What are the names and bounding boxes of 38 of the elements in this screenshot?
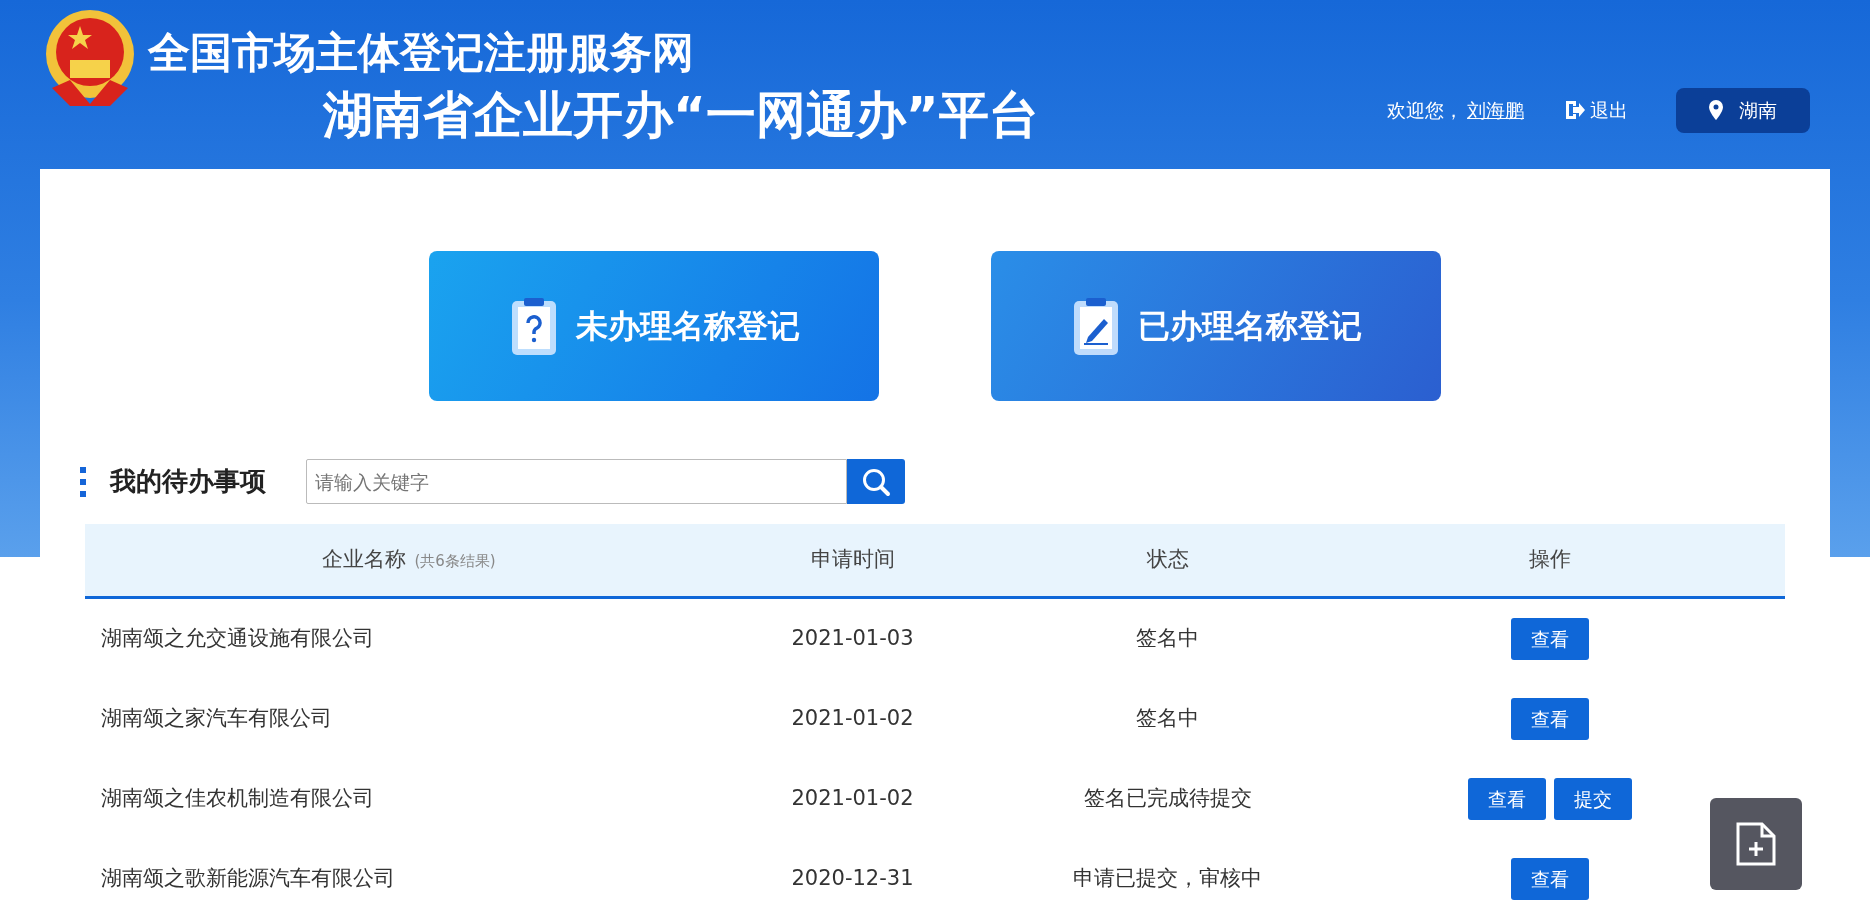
application-date: 2021-01-03 [791,626,914,651]
logout-icon [1564,99,1586,121]
section-title: 我的待办事项 [110,465,266,498]
application-date: 2021-01-02 [791,786,914,811]
status-text: 签名已完成待提交 [1083,786,1252,811]
status-text: 签名中 [1136,626,1199,651]
welcome-text: 欢迎您， [1387,97,1463,123]
column-header: 企业名称 [322,547,407,572]
application-date: 2020-12-31 [791,866,914,891]
new-document-button[interactable] [1710,798,1802,890]
search-icon [861,466,891,497]
registration-entry-button[interactable]: 已办理名称登记 [991,251,1441,401]
site-title: 全国市场主体登记注册服务网 [148,32,695,74]
search-field[interactable]: 请输入关键字 [306,459,847,504]
company-name: 湖南颂之佳农机制造有限公司 [101,786,374,811]
action-button[interactable]: 查看 [1511,698,1589,740]
action-button[interactable]: 查看 [1468,778,1546,820]
column-header: 申请时间 [810,547,895,572]
search-button[interactable] [847,459,905,504]
action-button[interactable]: 查看 [1511,618,1589,660]
company-name: 湖南颂之允交通设施有限公司 [101,626,374,651]
status-text: 申请已提交，审核中 [1073,866,1262,891]
result-count: (共6条结果) [414,552,496,571]
column-header: 状态 [1146,547,1189,572]
column-header: 操作 [1529,547,1571,572]
application-date: 2021-01-02 [791,706,914,731]
company-name: 湖南颂之歌新能源汽车有限公司 [101,866,395,891]
platform-title: 湖南省企业开办“一网通办”平台 [323,90,1039,140]
action-button[interactable]: 查看 [1511,858,1589,900]
logout-link[interactable]: 退出 [1564,95,1628,125]
region-button[interactable]: 湖南 [1676,87,1810,133]
status-text: 签名中 [1136,706,1199,731]
company-name: 湖南颂之家汽车有限公司 [101,706,332,731]
action-button[interactable]: 提交 [1554,778,1632,820]
document-plus-icon [1736,822,1776,866]
user-link[interactable]: 刘海鹏 [1467,95,1524,125]
location-pin-icon [1709,100,1723,120]
registration-entry-button[interactable]: 未办理名称登记 [429,251,879,401]
